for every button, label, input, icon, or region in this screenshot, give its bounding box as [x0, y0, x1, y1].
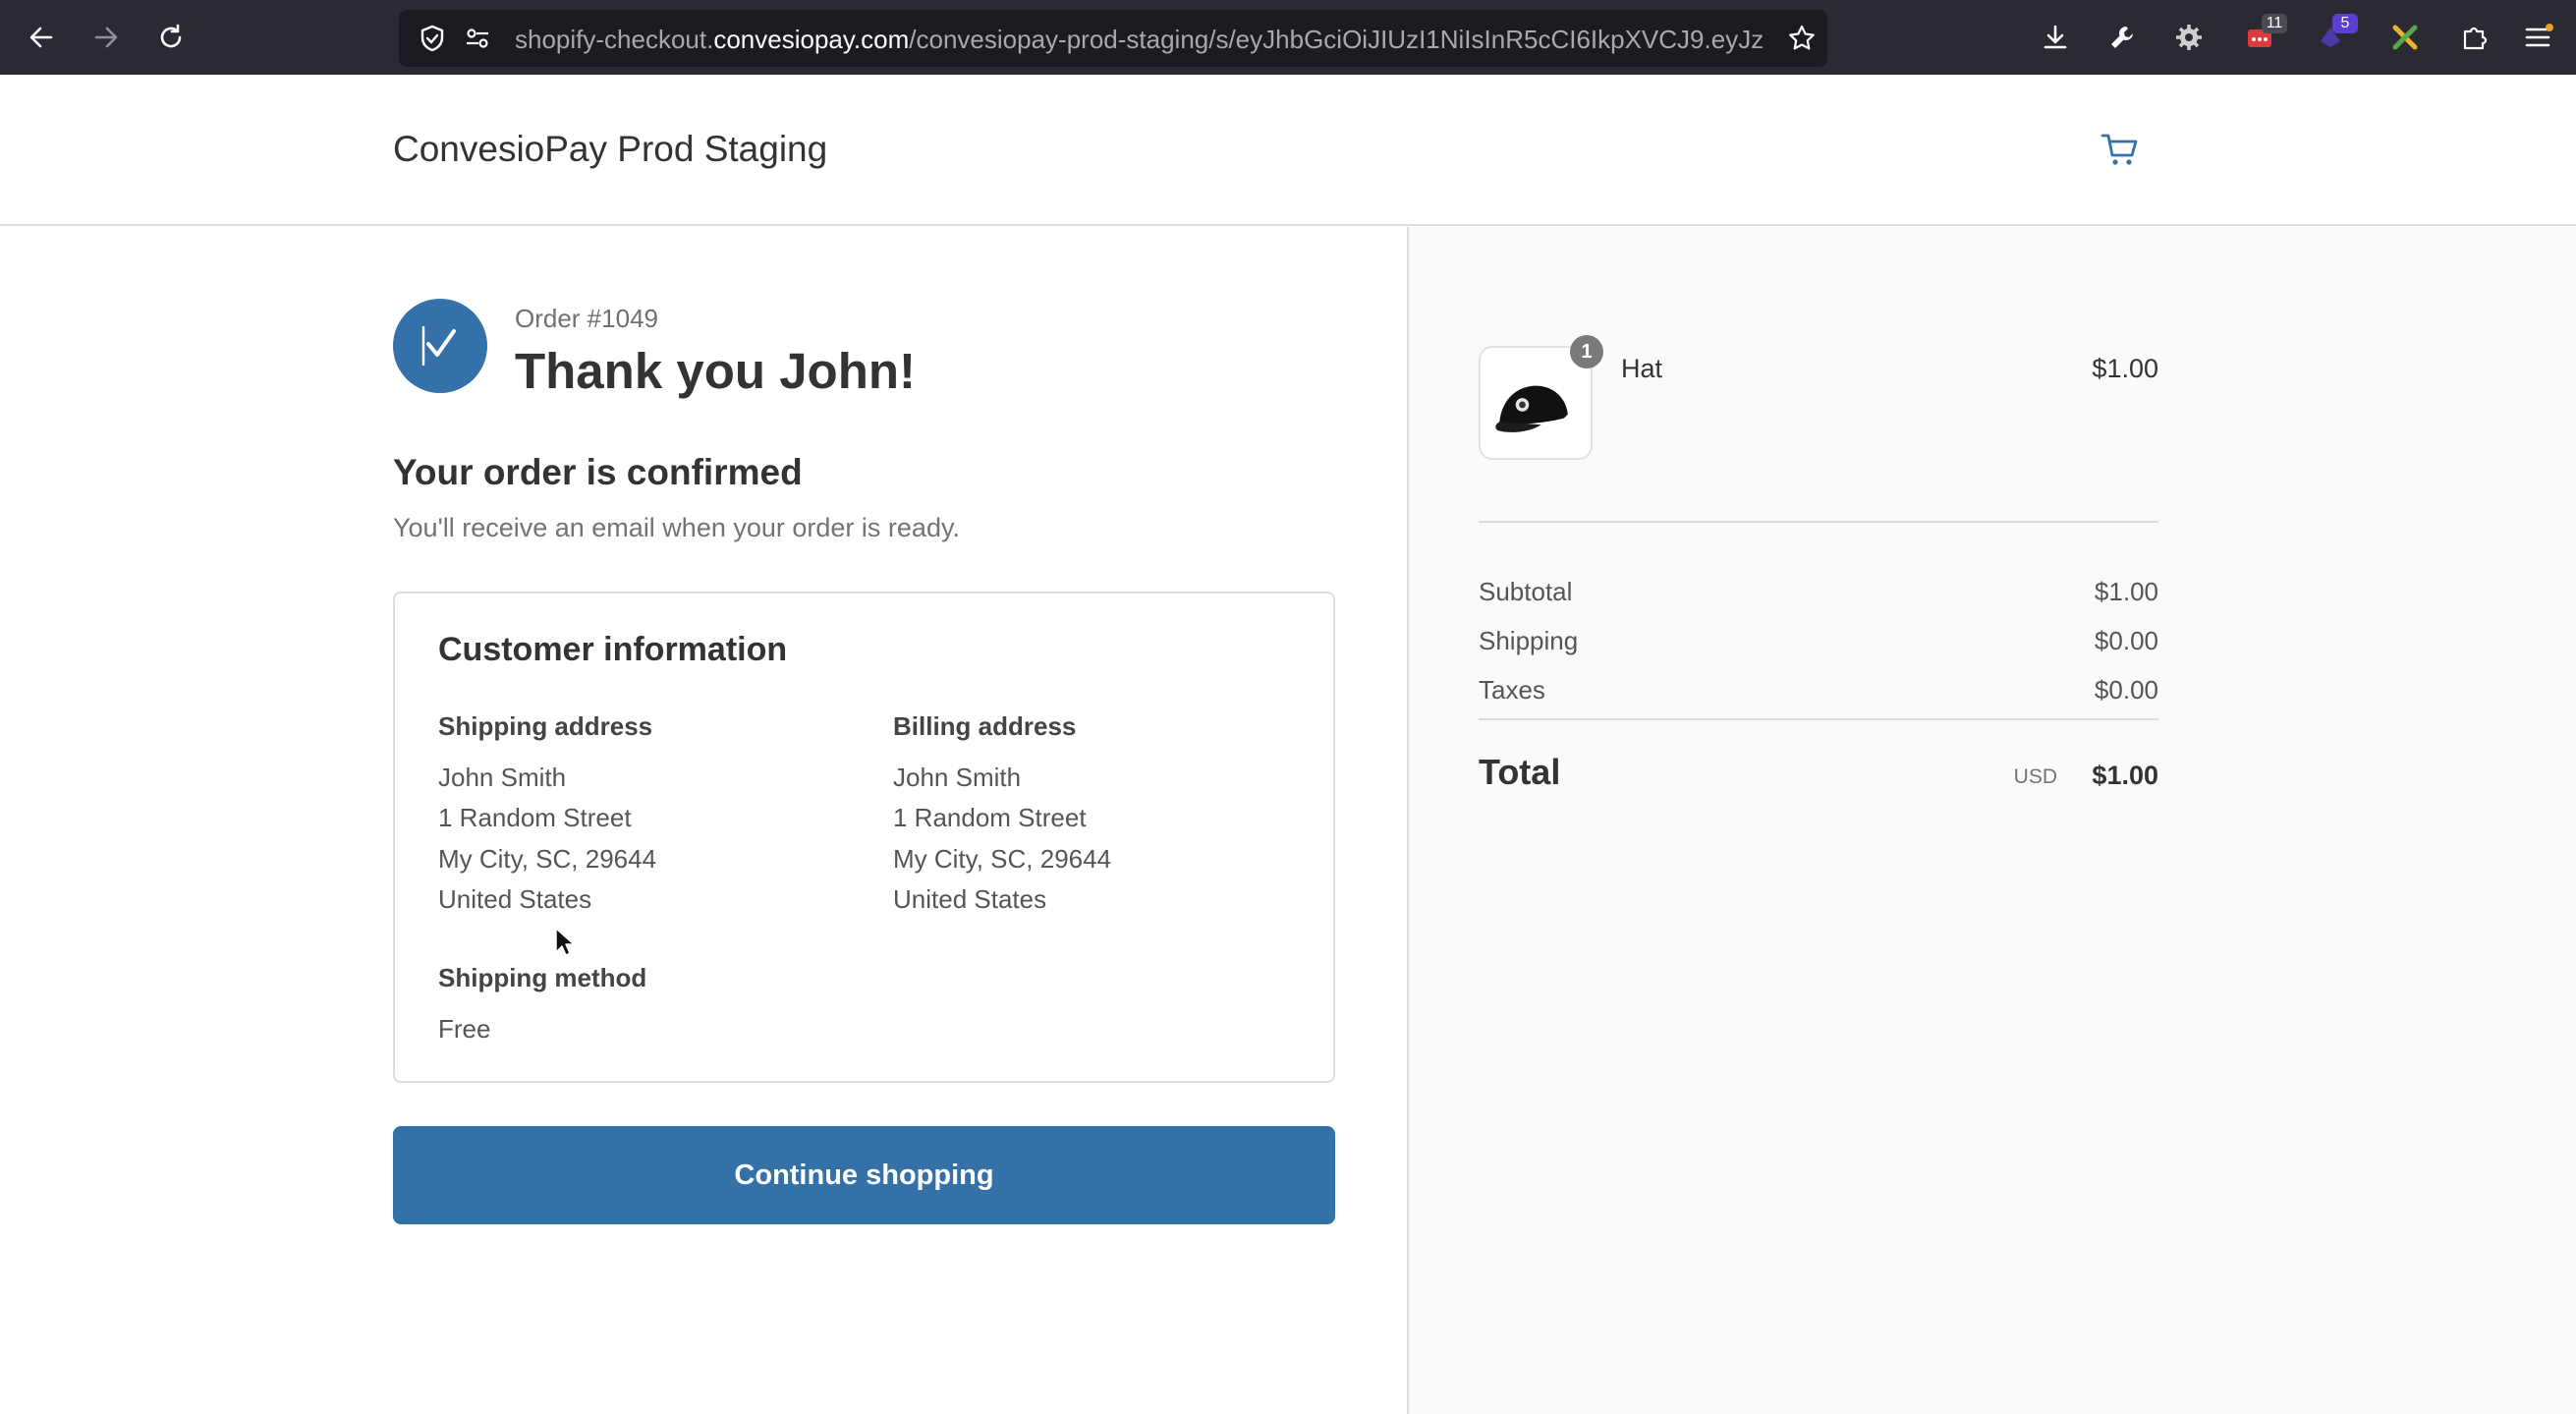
shipping-address-line: United States	[438, 884, 592, 914]
taxes-value: $0.00	[2094, 675, 2158, 705]
billing-address-heading: Billing address	[893, 711, 1077, 741]
subtotal-value: $1.00	[2094, 577, 2158, 606]
billing-address-line: My City, SC, 29644	[893, 844, 1112, 874]
forward-arrow-icon[interactable]	[86, 18, 126, 57]
puzzle-icon[interactable]	[2454, 18, 2493, 57]
product-name: Hat	[1621, 354, 1663, 383]
email-notice: You'll receive an email when your order …	[393, 513, 960, 542]
url-text[interactable]: shopify-checkout.convesiopay.com/convesi…	[515, 24, 1774, 55]
billing-address-line: John Smith	[893, 763, 1022, 792]
shipping-address-line: 1 Random Street	[438, 803, 632, 832]
hat-image	[1495, 385, 1568, 432]
permissions-icon[interactable]	[462, 23, 493, 54]
address-bar[interactable]: shopify-checkout.convesiopay.com/convesi…	[399, 10, 1827, 67]
total-label: Total	[1479, 752, 1561, 792]
total-value: $1.00	[2092, 761, 2158, 790]
currency-code: USD	[2013, 765, 2057, 788]
shipping-address-line: My City, SC, 29644	[438, 844, 657, 874]
bookmark-star-icon[interactable]	[1786, 23, 1818, 54]
download-icon[interactable]	[2036, 18, 2075, 57]
summary-divider	[1479, 521, 2158, 523]
back-arrow-icon[interactable]	[22, 18, 61, 57]
shipping-method-heading: Shipping method	[438, 963, 647, 992]
billing-address-line: 1 Random Street	[893, 803, 1087, 832]
shipping-value: $0.00	[2094, 626, 2158, 655]
mouse-cursor-icon	[555, 928, 575, 956]
product-price: $1.00	[2092, 354, 2158, 383]
subtotal-label: Subtotal	[1479, 577, 1573, 606]
shop-name[interactable]: ConvesioPay Prod Staging	[393, 129, 827, 170]
thank-you-heading: Thank you John!	[515, 343, 916, 399]
billing-address-line: United States	[893, 884, 1047, 914]
shipping-method-value: Free	[438, 1014, 491, 1044]
shop-header: ConvesioPay Prod Staging	[0, 75, 2576, 226]
extension-icon[interactable]: 5	[2311, 14, 2358, 57]
menu-icon[interactable]	[2519, 18, 2558, 57]
reload-icon[interactable]	[151, 18, 191, 57]
order-number: Order #1049	[515, 304, 658, 333]
extension-badge: 11	[2262, 14, 2287, 33]
shield-icon[interactable]	[417, 23, 448, 54]
shipping-address-line: John Smith	[438, 763, 567, 792]
quantity-badge: 1	[1570, 335, 1603, 368]
extension-badge: 5	[2332, 14, 2358, 33]
cart-icon[interactable]	[2099, 128, 2142, 171]
customer-info-title: Customer information	[438, 631, 788, 668]
shipping-label: Shipping	[1479, 626, 1579, 655]
confirmation-check-icon	[393, 299, 487, 393]
continue-shopping-button[interactable]: Continue shopping	[393, 1126, 1335, 1224]
gear-icon[interactable]	[2169, 18, 2209, 57]
extension-icon[interactable]	[2385, 18, 2425, 57]
browser-toolbar: shopify-checkout.convesiopay.com/convesi…	[0, 0, 2576, 75]
taxes-label: Taxes	[1479, 675, 1545, 705]
order-confirmed-heading: Your order is confirmed	[393, 452, 803, 492]
shipping-address-heading: Shipping address	[438, 711, 653, 741]
summary-divider	[1479, 718, 2158, 720]
wrench-icon[interactable]	[2102, 18, 2142, 57]
extension-icon[interactable]: 11	[2240, 14, 2287, 57]
customer-information-card: Customer information Shipping address Jo…	[393, 592, 1335, 1083]
